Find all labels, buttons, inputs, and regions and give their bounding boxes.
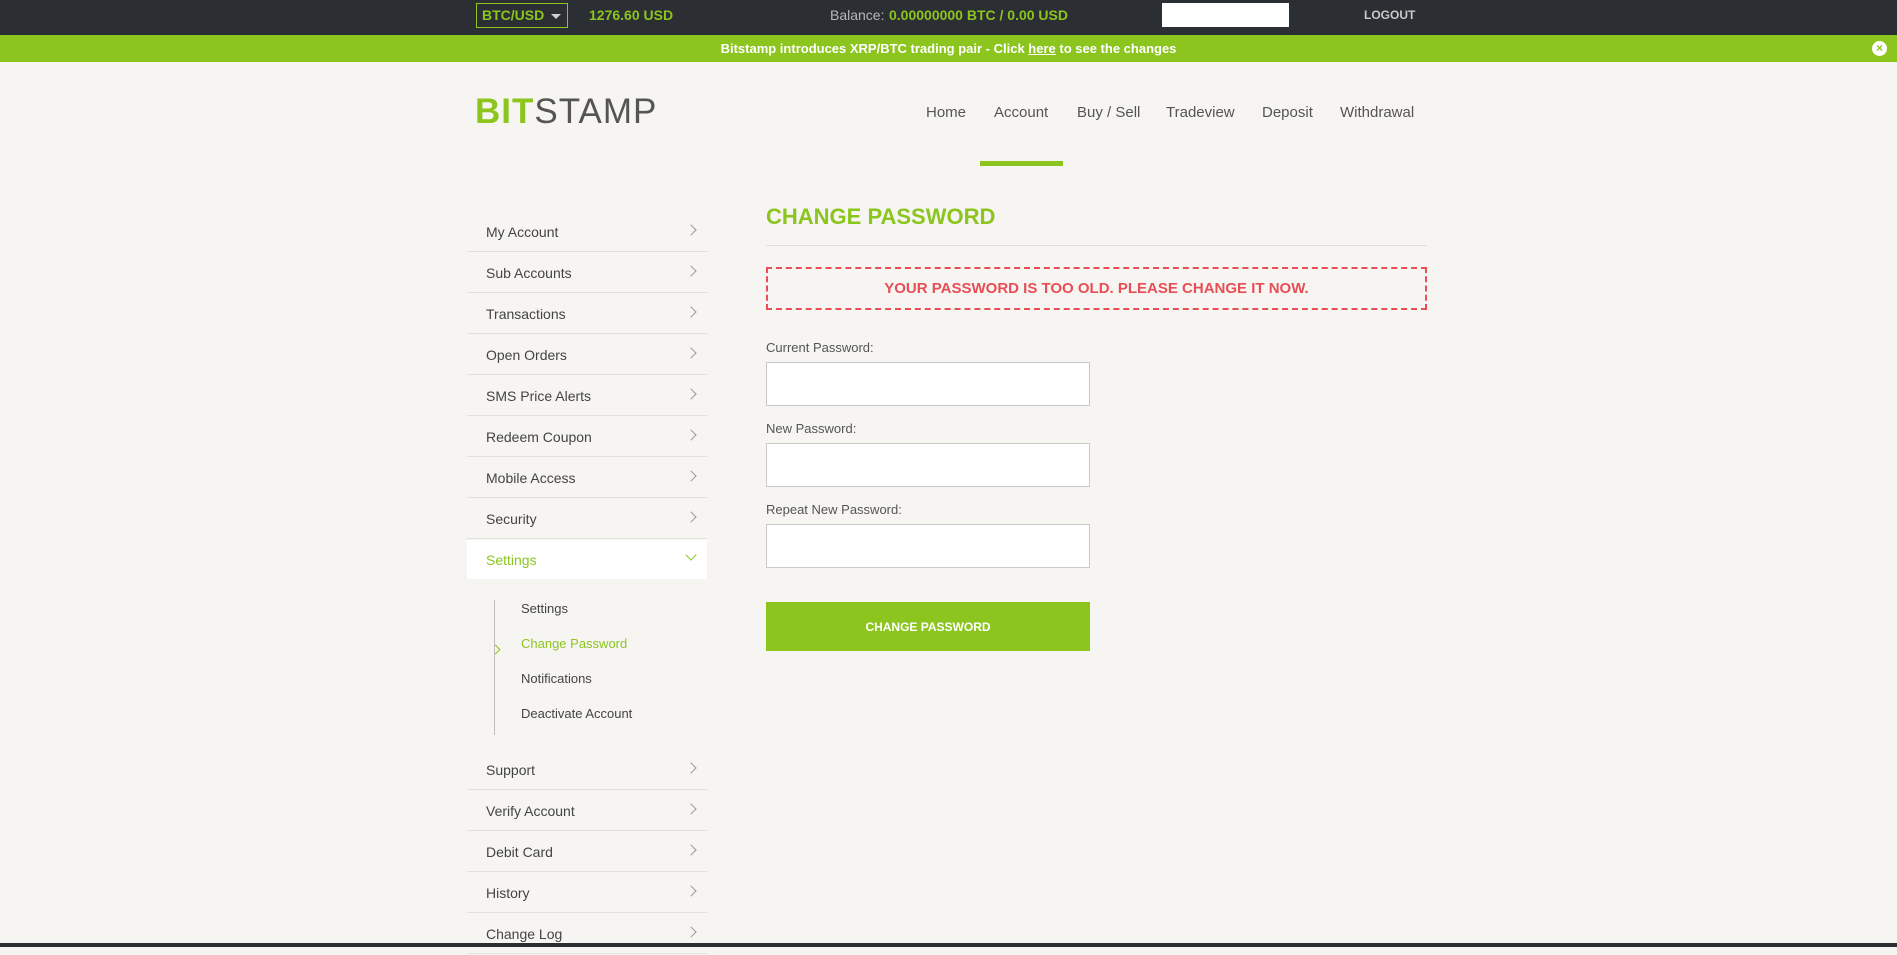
sidebar-item-sub-accounts[interactable]: Sub Accounts [467,253,707,293]
sidebar-item-change-log[interactable]: Change Log [467,914,707,954]
announcement-text-before: Bitstamp introduces XRP/BTC trading pair… [720,41,1029,56]
sidebar-item-label: Mobile Access [486,470,576,486]
chevron-right-icon [685,265,697,277]
bitstamp-logo[interactable]: BITSTAMP [475,92,657,132]
chevron-right-icon [685,470,697,482]
sidebar-item-debit-card[interactable]: Debit Card [467,832,707,872]
settings-subnav: Settings Change Password Notifications D… [467,580,707,735]
nav-tradeview[interactable]: Tradeview [1166,104,1235,121]
subnav-item-settings[interactable]: Settings [521,601,568,616]
sidebar-item-verify-account[interactable]: Verify Account [467,791,707,831]
top-bar: BTC/USD 1276.60 USD Balance: 0.00000000 … [0,0,1897,35]
bottom-strip [0,943,1897,947]
nav-deposit[interactable]: Deposit [1262,104,1313,121]
sidebar-item-support[interactable]: Support [467,750,707,790]
sidebar-item-label: SMS Price Alerts [486,388,592,404]
chevron-right-icon [685,926,697,938]
account-sidebar: My Account Sub Accounts Transactions Ope… [467,212,707,955]
balance-label: Balance: [830,7,885,23]
chevron-right-icon [685,511,697,523]
new-password-label: New Password: [766,421,857,436]
announcement-link[interactable]: here [1028,41,1055,56]
sidebar-item-my-account[interactable]: My Account [467,212,707,252]
logo-part-stamp: STAMP [534,92,658,131]
last-price: 1276.60 USD [589,7,674,23]
chevron-right-icon [685,885,697,897]
chevron-right-icon [685,306,697,318]
repeat-password-label: Repeat New Password: [766,502,902,517]
sidebar-item-label: Security [486,511,537,527]
nav-home[interactable]: Home [926,104,966,121]
balance-value: 0.00000000 BTC / 0.00 USD [889,7,1068,23]
sidebar-item-sms-price-alerts[interactable]: SMS Price Alerts [467,376,707,416]
sidebar-item-label: My Account [486,224,559,240]
sidebar-item-open-orders[interactable]: Open Orders [467,335,707,375]
repeat-password-input[interactable] [766,524,1090,568]
close-icon[interactable]: × [1872,41,1887,56]
chevron-right-icon [685,429,697,441]
sidebar-item-security[interactable]: Security [467,499,707,539]
change-password-button[interactable]: CHANGE PASSWORD [766,602,1090,651]
sidebar-item-label: Redeem Coupon [486,429,592,445]
nav-buy-sell[interactable]: Buy / Sell [1077,104,1140,121]
logo-part-bit: BIT [475,92,535,131]
nav-account[interactable]: Account [994,104,1048,121]
chevron-right-icon [685,347,697,359]
sidebar-item-label: Sub Accounts [486,265,572,281]
sidebar-item-label: Change Log [486,926,563,942]
nav-active-indicator [980,161,1063,166]
user-box[interactable] [1162,3,1289,27]
chevron-right-icon [685,224,697,236]
sidebar-item-label: Settings [486,552,537,568]
chevron-down-icon [685,549,697,561]
sidebar-item-label: Transactions [486,306,566,322]
caret-down-icon [551,14,561,19]
subnav-item-deactivate-account[interactable]: Deactivate Account [521,706,632,721]
announcement-banner: Bitstamp introduces XRP/BTC trading pair… [0,35,1897,62]
sidebar-item-label: History [486,885,530,901]
current-password-label: Current Password: [766,340,874,355]
subnav-item-notifications[interactable]: Notifications [521,671,592,686]
sidebar-item-transactions[interactable]: Transactions [467,294,707,334]
page-title: CHANGE PASSWORD [766,204,996,229]
nav-withdrawal[interactable]: Withdrawal [1340,104,1414,121]
sidebar-item-settings[interactable]: Settings [467,540,707,579]
subnav-line [494,600,495,735]
password-age-alert: YOUR PASSWORD IS TOO OLD. PLEASE CHANGE … [766,267,1427,310]
logout-link[interactable]: LOGOUT [1364,8,1415,22]
chevron-right-icon [685,803,697,815]
chevron-right-icon [685,762,697,774]
sidebar-item-redeem-coupon[interactable]: Redeem Coupon [467,417,707,457]
sidebar-item-history[interactable]: History [467,873,707,913]
announcement-text-after: to see the changes [1055,41,1177,56]
chevron-right-icon [685,844,697,856]
current-password-input[interactable] [766,362,1090,406]
subnav-item-change-password[interactable]: Change Password [521,636,627,651]
currency-pair-value: BTC/USD [482,7,545,23]
sidebar-item-mobile-access[interactable]: Mobile Access [467,458,707,498]
sidebar-item-label: Support [486,762,536,778]
new-password-input[interactable] [766,443,1090,487]
chevron-right-icon [685,388,697,400]
currency-pair-select[interactable]: BTC/USD [476,3,568,28]
sidebar-item-label: Open Orders [486,347,567,363]
sidebar-item-label: Verify Account [486,803,575,819]
title-divider [766,245,1427,246]
sidebar-item-label: Debit Card [486,844,553,860]
chevron-right-icon [490,644,501,655]
